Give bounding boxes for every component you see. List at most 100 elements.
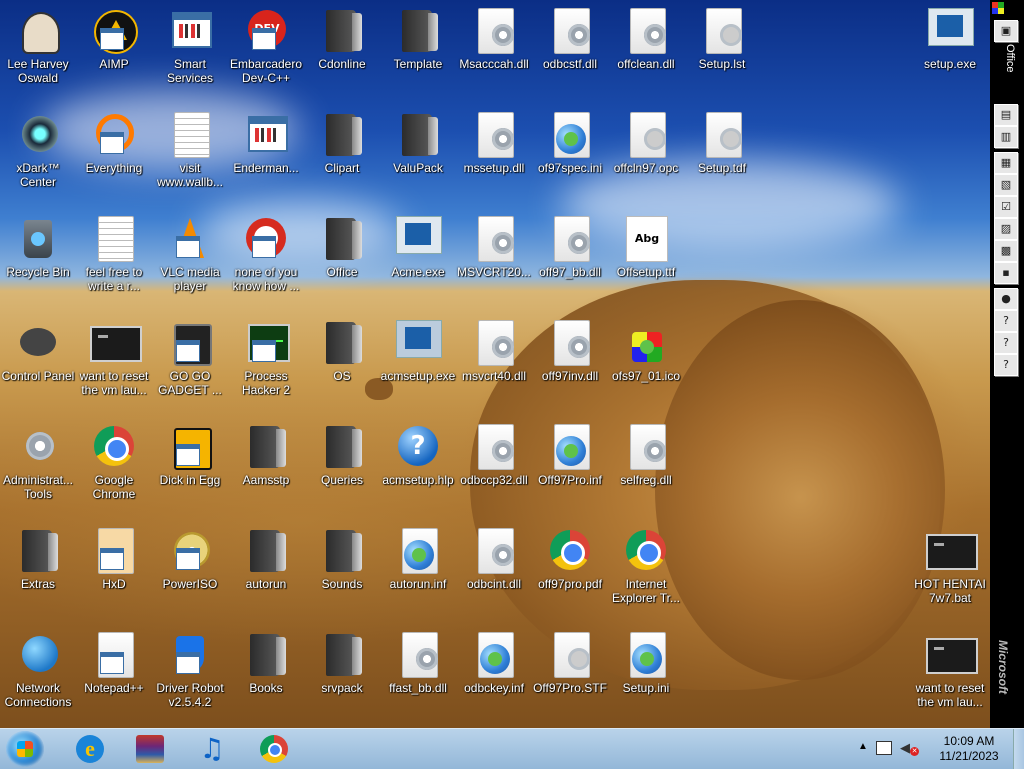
desktop-icon[interactable]: Process Hacker 2 (228, 316, 304, 416)
taskbar-internet-explorer[interactable]: e (64, 731, 116, 767)
desktop-icon[interactable]: off97_bb.dll (532, 212, 608, 312)
office-help-icon[interactable]: ? (994, 354, 1018, 376)
desktop-icon[interactable]: off97pro.pdf (532, 524, 608, 624)
desktop-icon[interactable]: Setup.ini (608, 628, 684, 728)
desktop[interactable]: Lee Harvey Oswald AIMP Smart Services DEV Em… (0, 0, 1024, 728)
desktop-icon[interactable]: of97spec.ini (532, 108, 608, 208)
desktop-icon[interactable]: ffast_bb.dll (380, 628, 456, 728)
desktop-icon[interactable]: Off97Pro.STF (532, 628, 608, 728)
desktop-icon[interactable]: HxD (76, 524, 152, 624)
desktop-icon[interactable]: ValuPack (380, 108, 456, 208)
desktop-icon[interactable]: Off97Pro.inf (532, 420, 608, 520)
desktop-icon[interactable]: Office (304, 212, 380, 312)
office-help-icon[interactable]: ? (994, 310, 1018, 332)
desktop-icon[interactable]: visit www.wallb... (152, 108, 228, 208)
desktop-icon[interactable]: VLC media player (152, 212, 228, 312)
desktop-icon[interactable]: Queries (304, 420, 380, 520)
desktop-icon[interactable]: Sounds (304, 524, 380, 624)
desktop-icon-label: Control Panel (1, 369, 75, 383)
desktop-icon[interactable]: Cdonline (304, 4, 380, 104)
taskbar-google-chrome[interactable] (248, 731, 300, 767)
desktop-icon[interactable]: Abg Offsetup.ttf (608, 212, 684, 312)
desktop-icon[interactable]: Driver Robot v2.5.4.2 (152, 628, 228, 728)
desktop-icon[interactable]: Lee Harvey Oswald (0, 4, 76, 104)
desktop-icon[interactable]: odbcint.dll (456, 524, 532, 624)
new-document-icon[interactable]: ▤ (994, 104, 1018, 126)
desktop-icon-label: HOT HENTAI 7w7.bat (914, 577, 986, 605)
folder-icon (318, 422, 366, 470)
desktop-icon[interactable]: AIMP (76, 4, 152, 104)
desktop-icon[interactable]: acmsetup.exe (380, 316, 456, 416)
desktop-icon[interactable]: HOT HENTAI 7w7.bat (912, 524, 988, 624)
desktop-icon[interactable]: want to reset the vm lau... (76, 316, 152, 416)
contact-card-icon[interactable]: ▨ (994, 218, 1018, 240)
desktop-icon[interactable]: srvpack (304, 628, 380, 728)
office-menu-button[interactable]: ▣ (994, 20, 1018, 42)
desktop-icon[interactable]: msvcrt40.dll (456, 316, 532, 416)
desktop-icon[interactable]: PowerISO (152, 524, 228, 624)
desktop-icon[interactable]: none of you know how ... (228, 212, 304, 312)
desktop-icon[interactable]: Clipart (304, 108, 380, 208)
desktop-icon[interactable]: GO GO GADGET ... (152, 316, 228, 416)
desktop-icon-label: HxD (102, 577, 126, 591)
desktop-icon[interactable]: Network Connections (0, 628, 76, 728)
desktop-icon[interactable]: Everything (76, 108, 152, 208)
desktop-icon-label: Dick in Egg (159, 473, 221, 487)
office-help-icon[interactable]: ? (994, 332, 1018, 354)
desktop-icon[interactable]: Smart Services (152, 4, 228, 104)
desktop-icon[interactable]: Template (380, 4, 456, 104)
desktop-icon[interactable]: Books (228, 628, 304, 728)
desktop-icon[interactable]: offcln97.opc (608, 108, 684, 208)
folder-icon (318, 526, 366, 574)
desktop-icon[interactable]: xDark™ Center (0, 108, 76, 208)
desktop-icon-label: MSVCRT20... (457, 265, 531, 279)
desktop-icon[interactable]: Dick in Egg (152, 420, 228, 520)
taskbar-winrar[interactable] (124, 731, 176, 767)
desktop-icon[interactable]: Enderman... (228, 108, 304, 208)
journal-icon[interactable]: ▩ (994, 240, 1018, 262)
desktop-icon[interactable]: OS (304, 316, 380, 416)
desktop-icon[interactable]: Internet Explorer Tr... (608, 524, 684, 624)
dll-gear-icon (470, 422, 518, 470)
desktop-icon[interactable]: MSVCRT20... (456, 212, 532, 312)
desktop-icon[interactable]: odbccp32.dll (456, 420, 532, 520)
desktop-icon[interactable]: ofs97_01.ico (608, 316, 684, 416)
desktop-icon[interactable]: ? acmsetup.hlp (380, 420, 456, 520)
desktop-icon[interactable]: offclean.dll (608, 4, 684, 104)
desktop-icon[interactable]: Setup.lst (684, 4, 760, 104)
desktop-icon[interactable]: odbcstf.dll (532, 4, 608, 104)
desktop-icon[interactable]: Aamsstp (228, 420, 304, 520)
start-button[interactable] (6, 731, 44, 767)
desktop-icon[interactable]: off97inv.dll (532, 316, 608, 416)
desktop-icon[interactable]: setup.exe (912, 4, 988, 104)
desktop-icon[interactable]: odbckey.inf (456, 628, 532, 728)
desktop-icon[interactable]: autorun (228, 524, 304, 624)
desktop-icon[interactable]: autorun.inf (380, 524, 456, 624)
desktop-icon[interactable]: Extras (0, 524, 76, 624)
task-icon[interactable]: ☑ (994, 196, 1018, 218)
desktop-icon[interactable]: mssetup.dll (456, 108, 532, 208)
config-file-icon (470, 630, 518, 678)
desktop-icon[interactable]: Control Panel (0, 316, 76, 416)
desktop-icon[interactable]: Notepad++ (76, 628, 152, 728)
taskbar-music-player[interactable]: ♫ (186, 731, 238, 767)
desktop-icon[interactable]: want to reset the vm lau... (912, 628, 988, 728)
desktop-icon[interactable]: Acme.exe (380, 212, 456, 312)
desktop-icon[interactable]: Google Chrome (76, 420, 152, 520)
desktop-icon[interactable]: Setup.tdf (684, 108, 760, 208)
desktop-icon[interactable]: Recycle Bin (0, 212, 76, 312)
desktop-icon[interactable]: feel free to write a r... (76, 212, 152, 312)
answer-wizard-icon[interactable]: ● (994, 288, 1018, 310)
desktop-icon[interactable]: Administrat... Tools (0, 420, 76, 520)
network-status-icon[interactable] (876, 741, 892, 755)
show-hidden-icons-icon[interactable]: ▲ (858, 741, 868, 752)
desktop-icon[interactable]: selfreg.dll (608, 420, 684, 520)
clock[interactable]: 10:09 AM 11/21/2023 (930, 734, 1008, 764)
show-desktop-button[interactable] (1013, 729, 1024, 769)
desktop-icon[interactable]: Msacccah.dll (456, 4, 532, 104)
calendar-icon[interactable]: ▧ (994, 174, 1018, 196)
send-document-icon[interactable]: ▦ (994, 152, 1018, 174)
desktop-icon[interactable]: DEV Embarcadero Dev-C++ (228, 4, 304, 104)
open-document-icon[interactable]: ▥ (994, 126, 1018, 148)
note-icon[interactable]: ▪ (994, 262, 1018, 284)
